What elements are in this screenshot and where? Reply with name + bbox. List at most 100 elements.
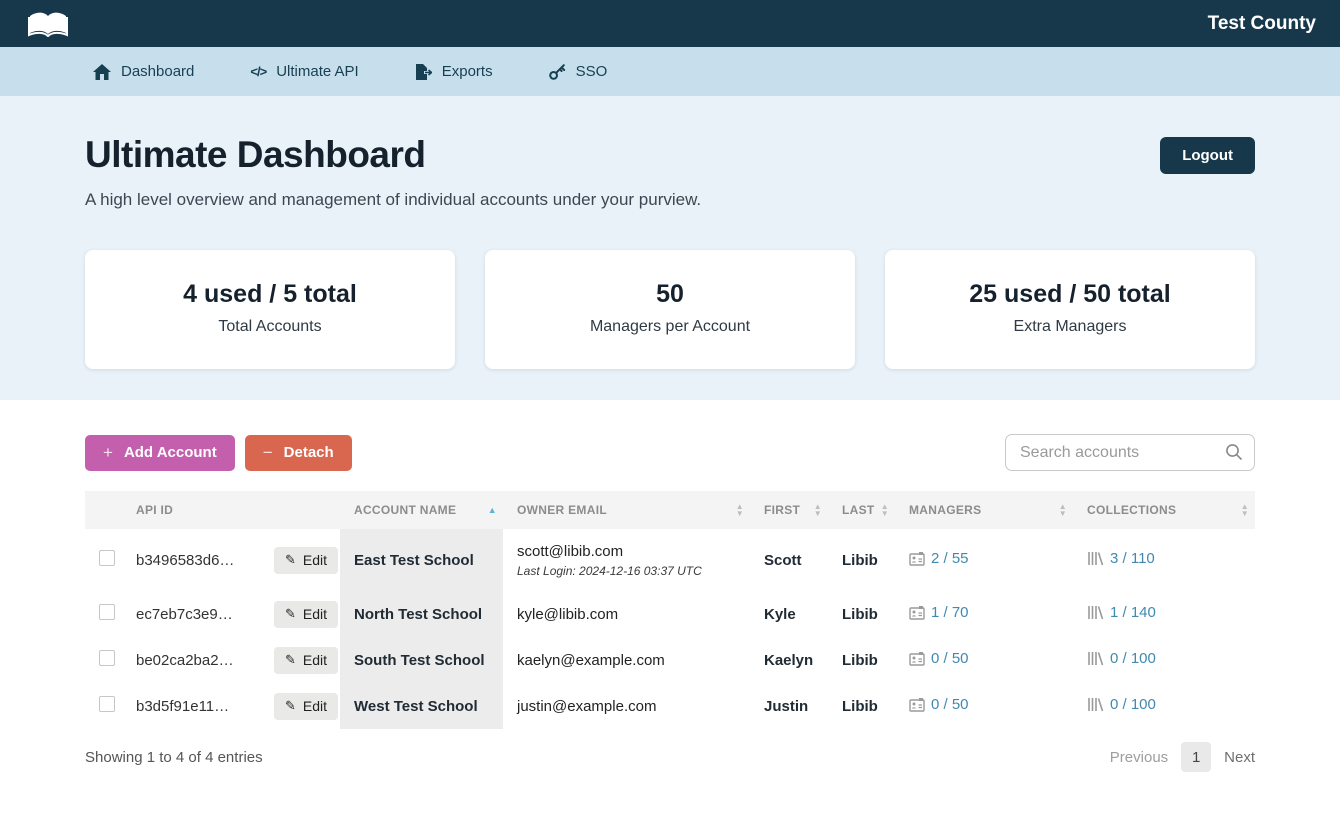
last-name-cell: Libib [828,683,895,729]
row-checkbox[interactable] [99,604,115,620]
owner-email-cell: scott@libib.comLast Login: 2024-12-16 03… [503,529,750,591]
stat-cards: 4 used / 5 total Total Accounts 50 Manag… [85,250,1255,369]
edit-button[interactable]: ✎Edit [274,647,338,674]
key-icon [549,63,566,80]
stat-label: Extra Managers [1014,318,1127,336]
id-badge-icon [909,697,925,712]
account-name-cell: East Test School [340,529,503,591]
sort-icon: ▲▼ [881,503,889,517]
stat-value: 50 [656,280,684,309]
last-login-text: Last Login: 2024-12-16 03:37 UTC [517,564,744,578]
collections-link[interactable]: 3 / 110 [1087,550,1155,567]
api-id-cell: be02ca2ba2… [122,637,260,683]
pencil-icon: ✎ [285,552,296,568]
nav-item-sso[interactable]: SSO [549,63,608,80]
plus-icon: + [103,443,113,463]
detach-button[interactable]: − Detach [245,435,352,471]
export-document-icon [415,64,432,80]
logout-button[interactable]: Logout [1160,137,1255,174]
accounts-table: API ID ACCOUNT NAME▲ OWNER EMAIL▲▼ FIRST… [85,491,1255,729]
collections-link[interactable]: 1 / 140 [1087,604,1156,621]
table-row: ec7eb7c3e9… ✎Edit North Test School kyle… [85,591,1255,637]
main-nav: Dashboard </> Ultimate API Exports SSO [0,47,1340,96]
account-name-cell: West Test School [340,683,503,729]
column-header-api-id[interactable]: API ID [122,491,260,529]
api-id-cell: ec7eb7c3e9… [122,591,260,637]
api-id-cell: b3496583d6… [122,529,260,591]
owner-email-cell: kaelyn@example.com [503,637,750,683]
previous-page-button[interactable]: Previous [1110,749,1168,766]
table-header-row: API ID ACCOUNT NAME▲ OWNER EMAIL▲▼ FIRST… [85,491,1255,529]
nav-label: Dashboard [121,63,194,80]
table-toolbar: + Add Account − Detach [85,434,1255,471]
library-books-icon [1087,651,1104,666]
table-row: b3496583d6… ✎Edit East Test School scott… [85,529,1255,591]
stat-card-total-accounts: 4 used / 5 total Total Accounts [85,250,455,369]
nav-label: Exports [442,63,493,80]
column-header-last[interactable]: LAST▲▼ [828,491,895,529]
detach-label: Detach [284,444,334,461]
nav-item-ultimate-api[interactable]: </> Ultimate API [250,63,358,80]
pencil-icon: ✎ [285,606,296,622]
next-page-button[interactable]: Next [1224,749,1255,766]
stat-label: Total Accounts [218,318,321,336]
nav-item-dashboard[interactable]: Dashboard [93,63,194,80]
column-header-owner-email[interactable]: OWNER EMAIL▲▼ [503,491,750,529]
page-number-button[interactable]: 1 [1181,742,1211,772]
library-books-icon [1087,551,1104,566]
code-icon: </> [250,64,266,79]
managers-link[interactable]: 0 / 50 [909,650,969,667]
first-name-cell: Justin [750,683,828,729]
entries-summary: Showing 1 to 4 of 4 entries [85,749,263,766]
edit-button[interactable]: ✎Edit [274,693,338,720]
managers-link[interactable]: 1 / 70 [909,604,969,621]
stat-card-managers-per-account: 50 Managers per Account [485,250,855,369]
add-account-button[interactable]: + Add Account [85,435,235,471]
header-checkbox-column [85,491,122,529]
row-checkbox[interactable] [99,696,115,712]
minus-icon: − [263,443,273,463]
owner-email-cell: kyle@libib.com [503,591,750,637]
first-name-cell: Scott [750,529,828,591]
pencil-icon: ✎ [285,698,296,714]
first-name-cell: Kyle [750,591,828,637]
column-header-managers[interactable]: MANAGERS▲▼ [895,491,1073,529]
page-title: Ultimate Dashboard [85,134,1255,176]
column-header-first[interactable]: FIRST▲▼ [750,491,828,529]
pagination: Previous 1 Next [1110,742,1255,772]
account-brand-name: Test County [1208,13,1316,35]
sort-icon: ▲▼ [814,503,822,517]
stat-label: Managers per Account [590,318,750,336]
row-checkbox[interactable] [99,550,115,566]
sort-icon: ▲▼ [1241,503,1249,517]
table-footer: Showing 1 to 4 of 4 entries Previous 1 N… [85,742,1255,772]
api-id-cell: b3d5f91e11… [122,683,260,729]
last-name-cell: Libib [828,529,895,591]
search-input[interactable] [1005,434,1255,471]
last-name-cell: Libib [828,591,895,637]
stat-value: 4 used / 5 total [183,280,357,309]
nav-item-exports[interactable]: Exports [415,63,493,80]
accounts-section: + Add Account − Detach API ID ACCOUNT NA… [0,400,1340,772]
column-header-collections[interactable]: COLLECTIONS▲▼ [1073,491,1255,529]
stat-value: 25 used / 50 total [969,280,1170,309]
library-books-icon [1087,605,1104,620]
edit-button[interactable]: ✎Edit [274,547,338,574]
sort-icon: ▲▼ [1059,503,1067,517]
top-bar: Test County [0,0,1340,47]
pencil-icon: ✎ [285,652,296,668]
sort-ascending-icon: ▲ [488,506,497,515]
edit-button[interactable]: ✎Edit [274,601,338,628]
nav-label: SSO [576,63,608,80]
managers-link[interactable]: 0 / 50 [909,696,969,713]
collections-link[interactable]: 0 / 100 [1087,650,1156,667]
managers-link[interactable]: 2 / 55 [909,550,969,567]
collections-link[interactable]: 0 / 100 [1087,696,1156,713]
sort-icon: ▲▼ [736,503,744,517]
id-badge-icon [909,605,925,620]
column-header-account-name[interactable]: ACCOUNT NAME▲ [340,491,503,529]
id-badge-icon [909,651,925,666]
row-checkbox[interactable] [99,650,115,666]
page-subtitle: A high level overview and management of … [85,190,1255,210]
open-book-icon[interactable] [28,11,68,37]
